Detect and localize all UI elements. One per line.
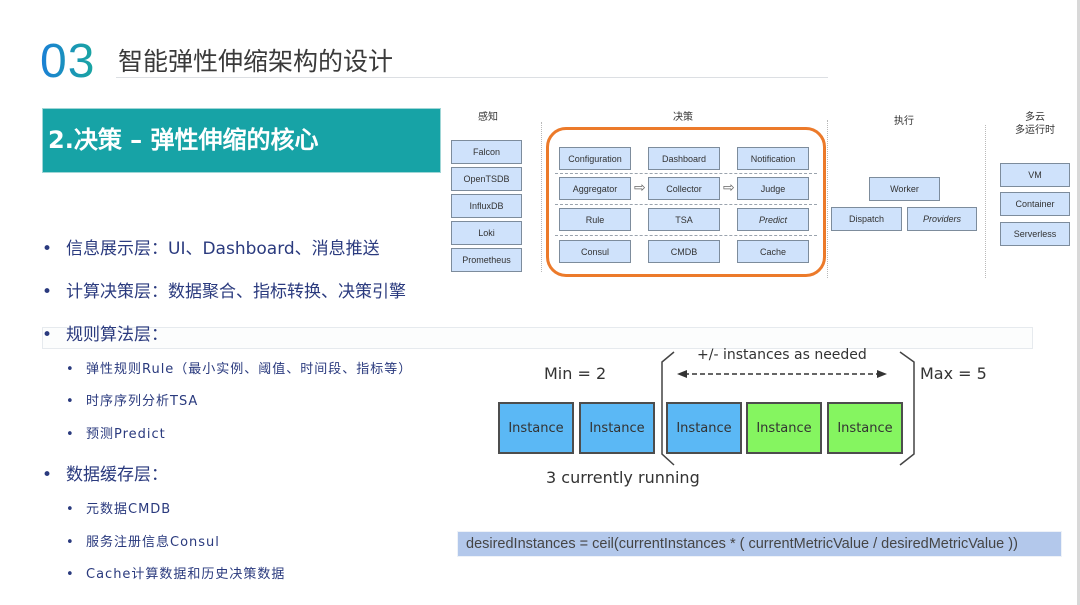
instance-running: Instance xyxy=(579,402,655,454)
range-arrow-right-head xyxy=(877,370,887,378)
instance-running: Instance xyxy=(666,402,742,454)
scaling-formula: desiredInstances = ceil(currentInstances… xyxy=(457,531,1062,557)
range-arrow-left-head xyxy=(677,370,687,378)
instance-available: Instance xyxy=(746,402,822,454)
instance-available: Instance xyxy=(827,402,903,454)
range-brackets xyxy=(661,351,915,466)
instance-running: Instance xyxy=(498,402,574,454)
